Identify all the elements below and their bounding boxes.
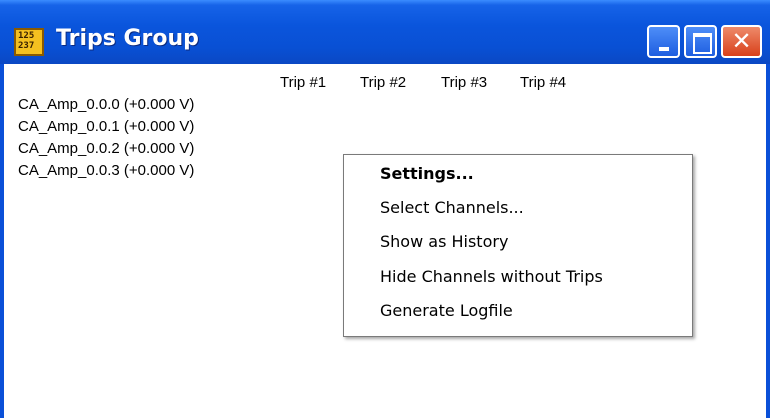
channel-row[interactable]: CA_Amp_0.0.0 (+0.000 V) bbox=[18, 96, 194, 113]
trip-4-header: Trip #4 bbox=[520, 74, 567, 91]
channel-row[interactable]: CA_Amp_0.0.3 (+0.000 V) bbox=[18, 162, 194, 179]
app-icon[interactable]: 125 237 bbox=[14, 28, 44, 56]
maximize-button[interactable] bbox=[684, 25, 717, 58]
app-icon-digits: 125 237 bbox=[18, 31, 34, 51]
app-icon-digits-top: 125 bbox=[18, 31, 35, 41]
channel-row[interactable]: CA_Amp_0.0.2 (+0.000 V) bbox=[18, 140, 194, 157]
maximize-icon bbox=[693, 33, 712, 54]
minimize-button[interactable] bbox=[647, 25, 680, 58]
minimize-icon bbox=[659, 47, 669, 51]
close-button[interactable]: ✕ bbox=[721, 25, 762, 58]
trip-1-header: Trip #1 bbox=[280, 74, 327, 91]
trips-group-window: 125 237 Trips Group ✕ Trip #1 Trip #2 Tr… bbox=[0, 0, 770, 418]
menu-item-generate-logfile[interactable]: Generate Logfile bbox=[380, 301, 513, 320]
title-bar[interactable]: 125 237 Trips Group ✕ bbox=[0, 0, 770, 64]
trip-2-header: Trip #2 bbox=[360, 74, 407, 91]
channel-row[interactable]: CA_Amp_0.0.1 (+0.000 V) bbox=[18, 118, 194, 135]
context-menu: Settings... Select Channels... Show as H… bbox=[343, 154, 693, 337]
menu-item-show-as-history[interactable]: Show as History bbox=[380, 232, 508, 251]
trip-3-header: Trip #3 bbox=[441, 74, 488, 91]
window-title: Trips Group bbox=[56, 26, 199, 51]
menu-item-hide-channels-without-trips[interactable]: Hide Channels without Trips bbox=[380, 267, 603, 286]
menu-item-select-channels[interactable]: Select Channels... bbox=[380, 198, 524, 217]
app-icon-digits-bottom: 237 bbox=[18, 41, 35, 51]
menu-item-settings[interactable]: Settings... bbox=[380, 164, 474, 183]
close-icon: ✕ bbox=[731, 27, 752, 55]
